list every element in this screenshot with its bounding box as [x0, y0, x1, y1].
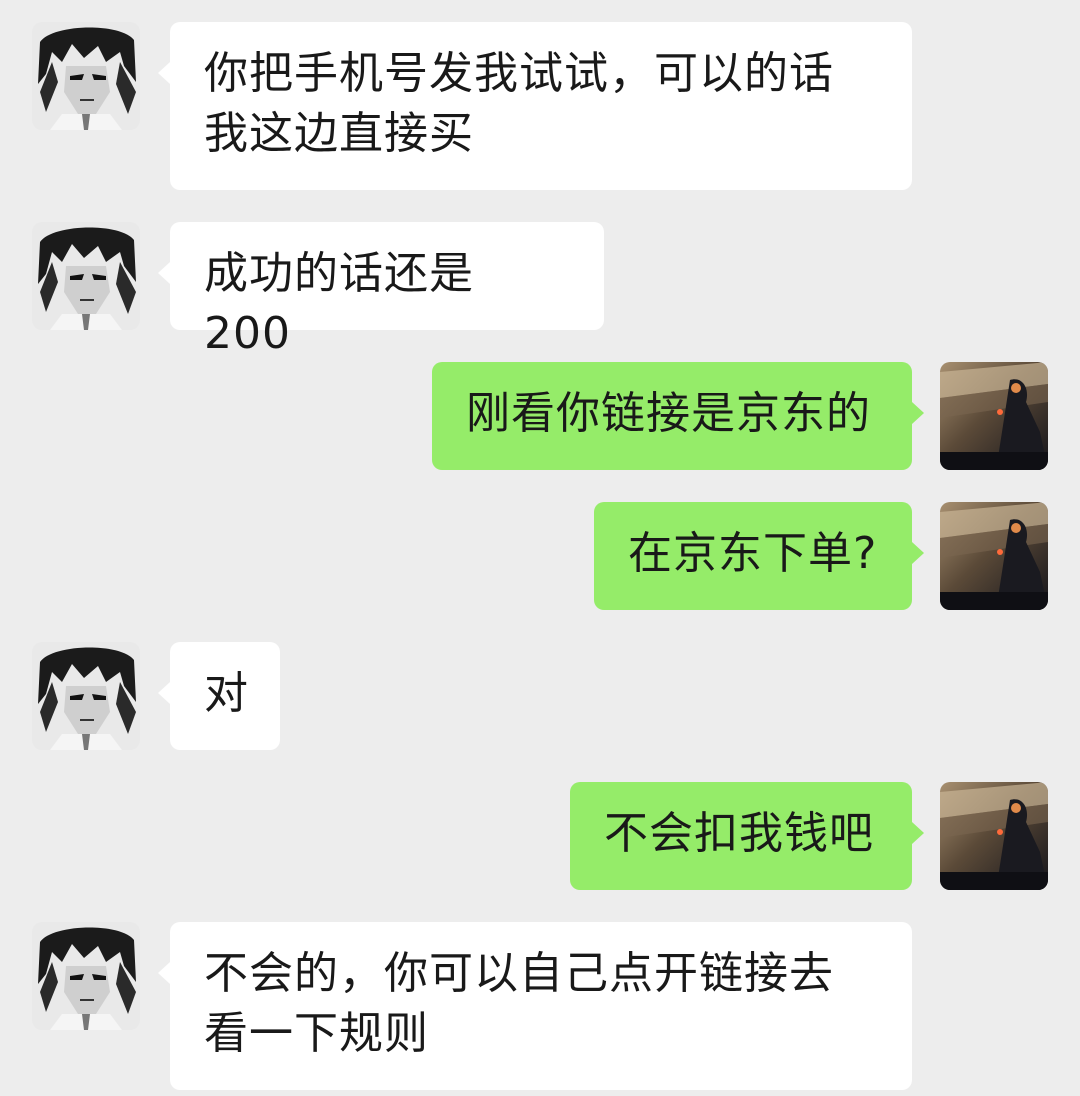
message-text: 不会的，你可以自己点开链接去看一下规则: [204, 948, 834, 1059]
message-text: 在京东下单?: [628, 528, 878, 579]
dark-photo-avatar-icon: [940, 362, 1048, 470]
message-text: 你把手机号发我试试，可以的话我这边直接买: [204, 48, 834, 159]
incoming-message-bubble[interactable]: 对: [158, 642, 280, 750]
incoming-message-bubble[interactable]: 你把手机号发我试试，可以的话我这边直接买: [158, 22, 912, 190]
message-text: 成功的话还是 200: [204, 248, 474, 359]
dark-photo-avatar-icon: [940, 502, 1048, 610]
self-avatar[interactable]: [940, 782, 1048, 890]
self-avatar[interactable]: [940, 502, 1048, 610]
anime-character-avatar-icon: [32, 642, 140, 750]
self-avatar[interactable]: [940, 362, 1048, 470]
outgoing-message-bubble[interactable]: 刚看你链接是京东的: [432, 362, 924, 470]
contact-avatar[interactable]: [32, 222, 140, 330]
message-text: 对: [204, 668, 249, 719]
contact-avatar[interactable]: [32, 642, 140, 750]
dark-photo-avatar-icon: [940, 782, 1048, 890]
chat-area: 你把手机号发我试试，可以的话我这边直接买 成功的话还是 200 刚看你链接是京东…: [0, 0, 1080, 1096]
outgoing-message-bubble[interactable]: 不会扣我钱吧: [570, 782, 924, 890]
contact-avatar[interactable]: [32, 922, 140, 1030]
anime-character-avatar-icon: [32, 922, 140, 1030]
contact-avatar[interactable]: [32, 22, 140, 130]
message-text: 刚看你链接是京东的: [466, 388, 871, 439]
incoming-message-bubble[interactable]: 成功的话还是 200: [158, 222, 604, 359]
message-text: 不会扣我钱吧: [604, 808, 874, 859]
incoming-message-bubble[interactable]: 不会的，你可以自己点开链接去看一下规则: [158, 922, 912, 1090]
outgoing-message-bubble[interactable]: 在京东下单?: [594, 502, 924, 610]
anime-character-avatar-icon: [32, 222, 140, 330]
anime-character-avatar-icon: [32, 22, 140, 130]
